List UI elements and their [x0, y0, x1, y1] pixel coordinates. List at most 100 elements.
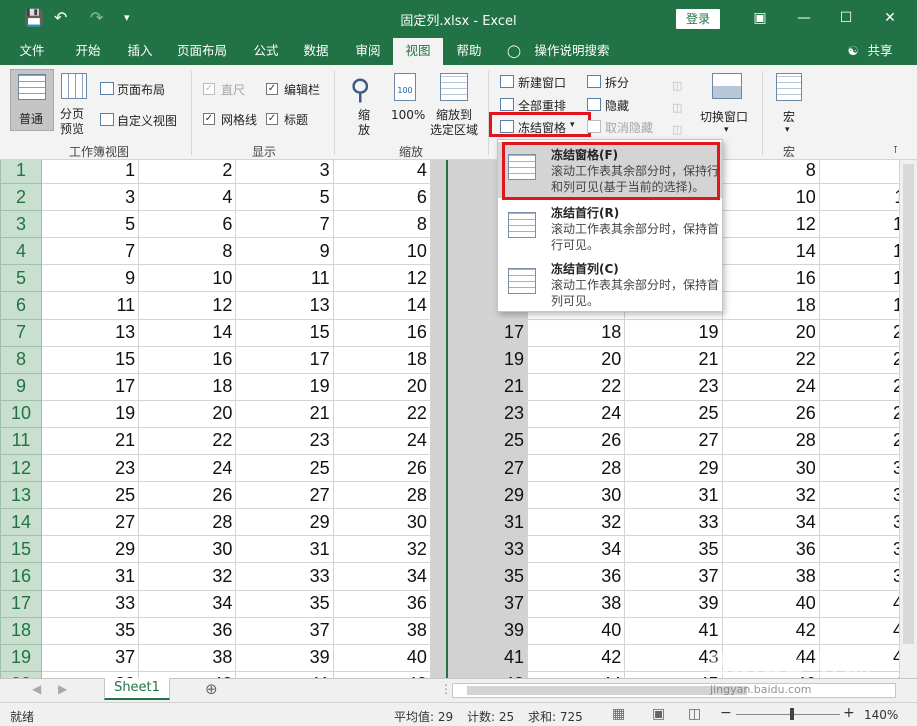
cell[interactable]: 9 [235, 237, 334, 266]
cell[interactable]: 29 [624, 454, 723, 483]
row-header[interactable]: 3 [0, 210, 42, 239]
cell[interactable]: 32 [138, 562, 237, 591]
cell[interactable]: 36 [138, 616, 237, 645]
tell-me-search[interactable]: 操作说明搜索 [530, 38, 614, 65]
tab-review[interactable]: 审阅 [346, 38, 390, 65]
cell[interactable]: 6 [332, 183, 431, 212]
cell[interactable]: 16 [332, 318, 431, 347]
cell[interactable]: 7 [235, 210, 334, 239]
menu-item-freeze-first-column[interactable]: 冻结首列(C) 滚动工作表其余部分时，保持首列可见。 [498, 256, 722, 312]
cell[interactable]: 35 [40, 616, 140, 645]
cell[interactable]: 5 [235, 183, 334, 212]
cell[interactable]: 10 [332, 237, 431, 266]
macros-button[interactable]: 宏 ▾ [770, 71, 808, 141]
cell[interactable]: 1 [40, 160, 140, 185]
cell[interactable]: 8 [138, 237, 237, 266]
cell[interactable]: 25 [235, 454, 334, 483]
cell[interactable]: 12 [332, 264, 431, 293]
tab-data[interactable]: 数据 [294, 38, 338, 65]
cell[interactable]: 39 [429, 616, 529, 645]
cell[interactable]: 15 [235, 318, 334, 347]
cell[interactable]: 21 [40, 426, 140, 456]
cell[interactable]: 32 [721, 481, 820, 510]
formula-bar-checkbox[interactable]: ✓ [266, 83, 278, 95]
cell[interactable]: 27 [235, 481, 334, 510]
row-header[interactable]: 11 [0, 426, 42, 456]
cell[interactable]: 31 [429, 508, 529, 537]
row-header[interactable]: 17 [0, 589, 42, 618]
cell[interactable]: 19 [40, 399, 140, 428]
cell[interactable]: 38 [138, 643, 237, 672]
horizontal-scrollbar[interactable] [452, 683, 896, 698]
cell[interactable]: 12 [138, 291, 237, 320]
hide-button[interactable]: 隐藏 [605, 97, 629, 114]
cell[interactable]: 30 [527, 481, 626, 510]
cell-table[interactable]: 1123456789234567891011356789101112134789… [0, 160, 917, 678]
cell[interactable]: 2 [138, 160, 237, 185]
worksheet-grid[interactable]: 1123456789234567891011356789101112134789… [0, 160, 917, 678]
cell[interactable]: 31 [40, 562, 140, 591]
row-header[interactable]: 16 [0, 562, 42, 591]
cell[interactable]: 33 [235, 562, 334, 591]
sheet-tab-sheet1[interactable]: Sheet1 [104, 678, 170, 700]
cell[interactable]: 17 [429, 318, 529, 347]
cell[interactable]: 35 [429, 562, 529, 591]
cell[interactable]: 36 [527, 562, 626, 591]
cell[interactable]: 18 [138, 372, 237, 401]
row-header[interactable]: 8 [0, 345, 42, 374]
zoom-100-button[interactable]: 100 100% [388, 71, 426, 141]
cell[interactable]: 20 [527, 345, 626, 374]
cell[interactable]: 38 [721, 562, 820, 591]
share-button[interactable]: 共享 [862, 38, 898, 65]
zoom-button[interactable]: ⚲ 缩 放 [346, 71, 384, 141]
ribbon-options-icon[interactable]: ▣ [740, 4, 780, 32]
row-header[interactable]: 2 [0, 183, 42, 212]
cell[interactable]: 37 [40, 643, 140, 672]
row-header[interactable]: 12 [0, 454, 42, 483]
cell[interactable]: 27 [40, 508, 140, 537]
tab-file[interactable]: 文件 [10, 38, 54, 65]
cell[interactable]: 28 [332, 481, 431, 510]
cell[interactable]: 28 [721, 426, 820, 456]
vertical-scrollbar[interactable] [899, 160, 917, 678]
cell[interactable]: 21 [429, 372, 529, 401]
cell[interactable]: 34 [332, 562, 431, 591]
new-window-button[interactable]: 新建窗口 [518, 74, 566, 91]
cell[interactable]: 44 [527, 670, 626, 678]
cell[interactable]: 27 [429, 454, 529, 483]
menu-item-freeze-top-row[interactable]: 冻结首行(R) 滚动工作表其余部分时，保持首行可见。 [498, 200, 722, 256]
cell[interactable]: 10 [721, 183, 820, 212]
cell[interactable]: 15 [40, 345, 140, 374]
cell[interactable]: 40 [721, 589, 820, 618]
prev-sheet-icon[interactable]: ◀ [32, 682, 41, 696]
row-header[interactable]: 14 [0, 508, 42, 537]
cell[interactable]: 7 [40, 237, 140, 266]
cell[interactable]: 30 [332, 508, 431, 537]
cell[interactable]: 26 [721, 399, 820, 428]
cell[interactable]: 33 [40, 589, 140, 618]
cell[interactable]: 41 [235, 670, 334, 678]
cell[interactable]: 10 [138, 264, 237, 293]
maximize-icon[interactable]: ☐ [826, 4, 866, 32]
cell[interactable]: 20 [721, 318, 820, 347]
cell[interactable]: 22 [527, 372, 626, 401]
page-break-preview-button[interactable]: 分页 预览 [58, 69, 92, 139]
add-sheet-icon[interactable]: ⊕ [205, 680, 218, 698]
page-layout-button[interactable]: 页面布局 [117, 81, 165, 98]
cell[interactable]: 39 [235, 643, 334, 672]
custom-views-button[interactable]: 自定义视图 [117, 112, 177, 129]
cell[interactable]: 38 [332, 616, 431, 645]
cell[interactable]: 32 [527, 508, 626, 537]
cell[interactable]: 6 [138, 210, 237, 239]
cell[interactable]: 31 [624, 481, 723, 510]
ruler-checkbox[interactable]: ✓ [203, 83, 215, 95]
cell[interactable]: 22 [138, 426, 237, 456]
tab-home[interactable]: 开始 [64, 38, 112, 65]
cell[interactable]: 34 [138, 589, 237, 618]
cell[interactable]: 16 [721, 264, 820, 293]
tab-help[interactable]: 帮助 [447, 38, 491, 65]
row-header[interactable]: 9 [0, 372, 42, 401]
cell[interactable]: 13 [235, 291, 334, 320]
zoom-to-selection-button[interactable]: 缩放到 选定区域 [428, 71, 484, 141]
zoom-slider[interactable] [736, 714, 840, 715]
